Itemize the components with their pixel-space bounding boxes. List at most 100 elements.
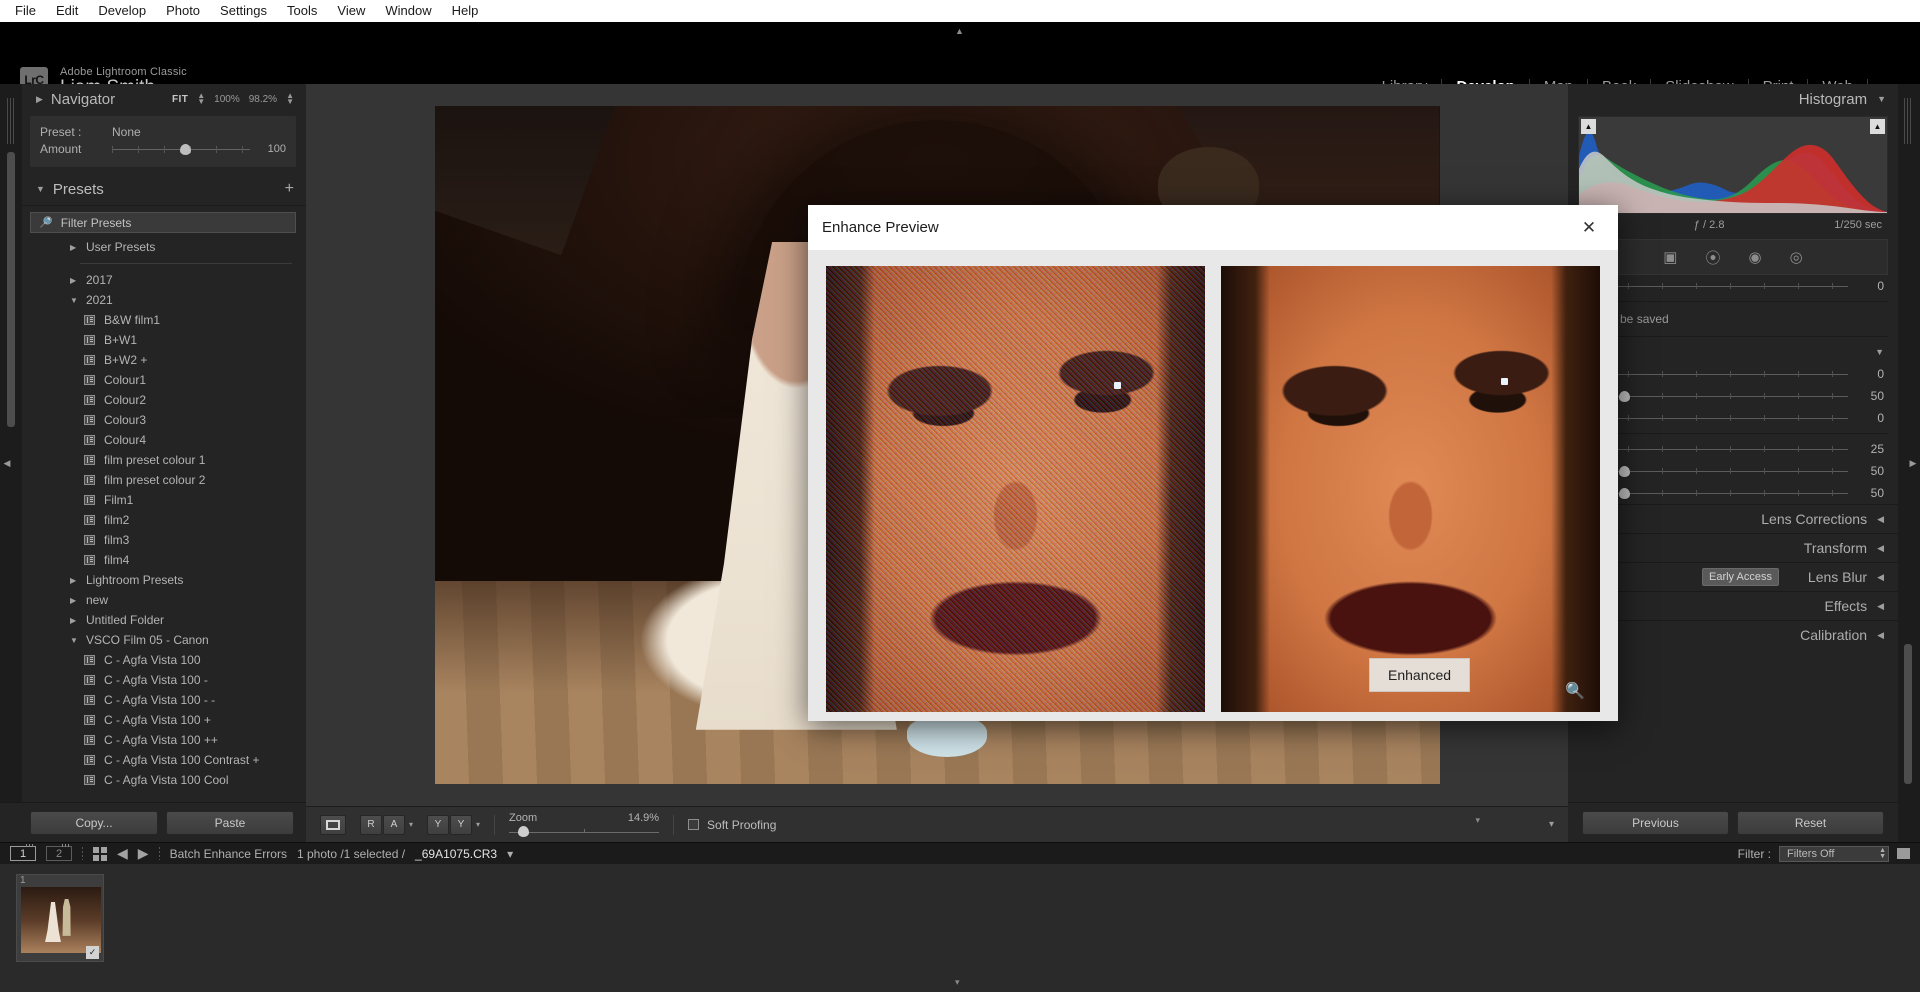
panel-grip[interactable] — [1904, 98, 1913, 144]
list-item[interactable]: B+W1 — [22, 330, 306, 350]
list-item[interactable]: C - Agfa Vista 100 - - — [22, 690, 306, 710]
menu-item-edit[interactable]: Edit — [47, 1, 87, 21]
thumbnail-badge-icon[interactable]: ✓ — [86, 946, 99, 959]
list-item[interactable]: C - Agfa Vista 100 Contrast + — [22, 750, 306, 770]
navigator-zoom-fit-pct[interactable]: 98.2% — [249, 94, 277, 105]
crop-icon[interactable]: ▣ — [1663, 248, 1677, 266]
preset-group-new[interactable]: ▶ new — [22, 590, 306, 610]
zoom-out-icon[interactable]: 🔍 — [1564, 680, 1586, 702]
chevron-right-icon[interactable]: ▶ — [70, 596, 79, 605]
slider-knob[interactable] — [1619, 466, 1631, 477]
list-item[interactable]: Film1 — [22, 490, 306, 510]
generic-slider[interactable] — [1594, 368, 1848, 380]
list-item[interactable]: C - Agfa Vista 100 - — [22, 670, 306, 690]
chevron-right-icon[interactable]: ▶ — [70, 616, 79, 625]
menu-item-file[interactable]: File — [6, 1, 45, 21]
slider-knob[interactable] — [1619, 488, 1631, 499]
list-item[interactable]: film2 — [22, 510, 306, 530]
chevron-left-icon[interactable]: ◀ — [1877, 572, 1884, 583]
list-item[interactable]: film preset colour 2 — [22, 470, 306, 490]
menu-item-tools[interactable]: Tools — [278, 1, 326, 21]
survey-icon-1[interactable]: Y — [427, 814, 450, 835]
screen-1-button[interactable]: 1 — [10, 844, 36, 861]
list-item[interactable]: C - Agfa Vista 100 + — [22, 710, 306, 730]
soft-proofing-toggle[interactable]: Soft Proofing — [688, 818, 776, 832]
list-item[interactable]: C - Agfa Vista 100 — [22, 650, 306, 670]
original-preview-pane[interactable] — [826, 266, 1205, 712]
menu-item-window[interactable]: Window — [376, 1, 440, 21]
histogram-graph[interactable]: ▲ ▲ — [1578, 116, 1888, 214]
presets-header[interactable]: ▼ Presets + — [22, 173, 306, 205]
generic-slider[interactable] — [1594, 465, 1848, 477]
panel-grip[interactable] — [7, 98, 16, 144]
list-item[interactable]: Colour1 — [22, 370, 306, 390]
previous-button[interactable]: Previous — [1582, 810, 1729, 835]
list-item[interactable]: film3 — [22, 530, 306, 550]
slider-knob[interactable] — [518, 826, 530, 837]
preset-group-2017[interactable]: ▶ 2017 — [22, 270, 306, 290]
right-panel-scrollbar[interactable] — [1904, 644, 1912, 784]
slider-knob[interactable] — [179, 143, 191, 155]
chevron-left-icon[interactable]: ◀ — [1877, 543, 1884, 554]
menu-item-help[interactable]: Help — [443, 1, 488, 21]
chevron-down-icon[interactable]: ▼ — [1875, 347, 1884, 357]
screen-2-button[interactable]: 2 — [46, 844, 72, 861]
loupe-view-icon[interactable] — [320, 814, 346, 835]
generic-slider[interactable] — [1594, 412, 1848, 424]
add-preset-icon[interactable]: + — [285, 180, 294, 198]
chevron-left-icon[interactable]: ◀ — [1877, 514, 1884, 525]
grid-view-icon[interactable] — [93, 846, 107, 861]
navigator-fit-label[interactable]: FIT — [172, 94, 188, 105]
filmstrip-thumbnail[interactable]: 1 ✓ — [16, 874, 104, 962]
list-item[interactable]: B&W film1 — [22, 310, 306, 330]
list-item[interactable]: B+W2 + — [22, 350, 306, 370]
compare-view-group[interactable]: R A ▾ — [360, 814, 413, 835]
preset-group-lightroom-presets[interactable]: ▶ Lightroom Presets — [22, 570, 306, 590]
copy-button[interactable]: Copy... — [30, 810, 158, 835]
chevron-down-icon[interactable]: ▾ — [409, 820, 413, 829]
histogram-header[interactable]: Histogram ▼ — [1568, 84, 1898, 114]
preset-group-2021[interactable]: ▼ 2021 — [22, 290, 306, 310]
chevron-left-icon[interactable]: ◀ — [1877, 630, 1884, 641]
menu-item-photo[interactable]: Photo — [157, 1, 209, 21]
preset-group-vsco-film-05-canon[interactable]: ▼ VSCO Film 05 - Canon — [22, 630, 306, 650]
generic-slider[interactable] — [1594, 443, 1848, 455]
filmstrip-collapse-arrow[interactable]: ▾ — [955, 977, 960, 988]
menu-item-settings[interactable]: Settings — [211, 1, 276, 21]
slider-knob[interactable] — [1619, 391, 1631, 402]
generic-slider[interactable] — [1594, 487, 1848, 499]
navigator-stepper-icon[interactable]: ▲ ▼ — [197, 92, 205, 106]
navigator-zoom-100[interactable]: 100% — [214, 94, 240, 105]
toolbar-options-chevron-icon[interactable]: ▾ — [1549, 819, 1554, 830]
red-eye-icon[interactable]: ◉ — [1749, 248, 1762, 266]
chevron-down-icon[interactable]: ▾ — [476, 820, 480, 829]
filter-select[interactable]: Filters Off ▲ ▼ — [1779, 845, 1889, 862]
zoom-control[interactable]: Zoom 14.9% — [509, 812, 660, 837]
spot-removal-icon[interactable]: ⦿ — [1705, 247, 1720, 268]
compare-before-icon[interactable]: R — [360, 814, 382, 835]
close-icon[interactable]: ✕ — [1574, 213, 1604, 243]
chevron-down-icon[interactable]: ▼ — [1877, 94, 1886, 104]
chevron-right-icon[interactable]: ▶ — [70, 276, 79, 285]
chevron-left-icon[interactable]: ◀ — [1877, 601, 1884, 612]
reset-button[interactable]: Reset — [1737, 810, 1884, 835]
compare-after-icon[interactable]: A — [383, 814, 405, 835]
survey-view-group[interactable]: Y Y ▾ — [427, 814, 480, 835]
generic-slider[interactable] — [1594, 280, 1848, 292]
shadow-clipping-indicator[interactable]: ▲ — [1581, 119, 1596, 134]
chevron-right-icon[interactable]: ▶ — [70, 243, 79, 252]
chevron-down-icon[interactable]: ▼ — [36, 184, 45, 194]
list-item[interactable]: C - Agfa Vista 100 ++ — [22, 730, 306, 750]
navigator-header[interactable]: ▶ Navigator FIT ▲ ▼ 100% 98.2% ▲ ▼ — [22, 84, 306, 114]
preset-group-user-presets[interactable]: ▶ User Presets — [22, 237, 306, 257]
chevron-down-icon[interactable]: ▼ — [70, 636, 79, 645]
left-panel-toggle-arrow[interactable]: ◀ — [0, 440, 14, 486]
right-panel-toggle-arrow[interactable]: ▶ — [1906, 440, 1920, 486]
file-chevron-down-icon[interactable]: ▾ — [507, 847, 513, 861]
batch-enhance-errors-status[interactable]: Batch Enhance Errors — [170, 847, 287, 861]
menu-item-view[interactable]: View — [328, 1, 374, 21]
highlight-clipping-indicator[interactable]: ▲ — [1870, 119, 1885, 134]
filter-presets-input[interactable]: 🔍 Filter Presets — [30, 212, 296, 233]
list-item[interactable]: Colour4 — [22, 430, 306, 450]
soft-proofing-checkbox[interactable] — [688, 819, 700, 830]
